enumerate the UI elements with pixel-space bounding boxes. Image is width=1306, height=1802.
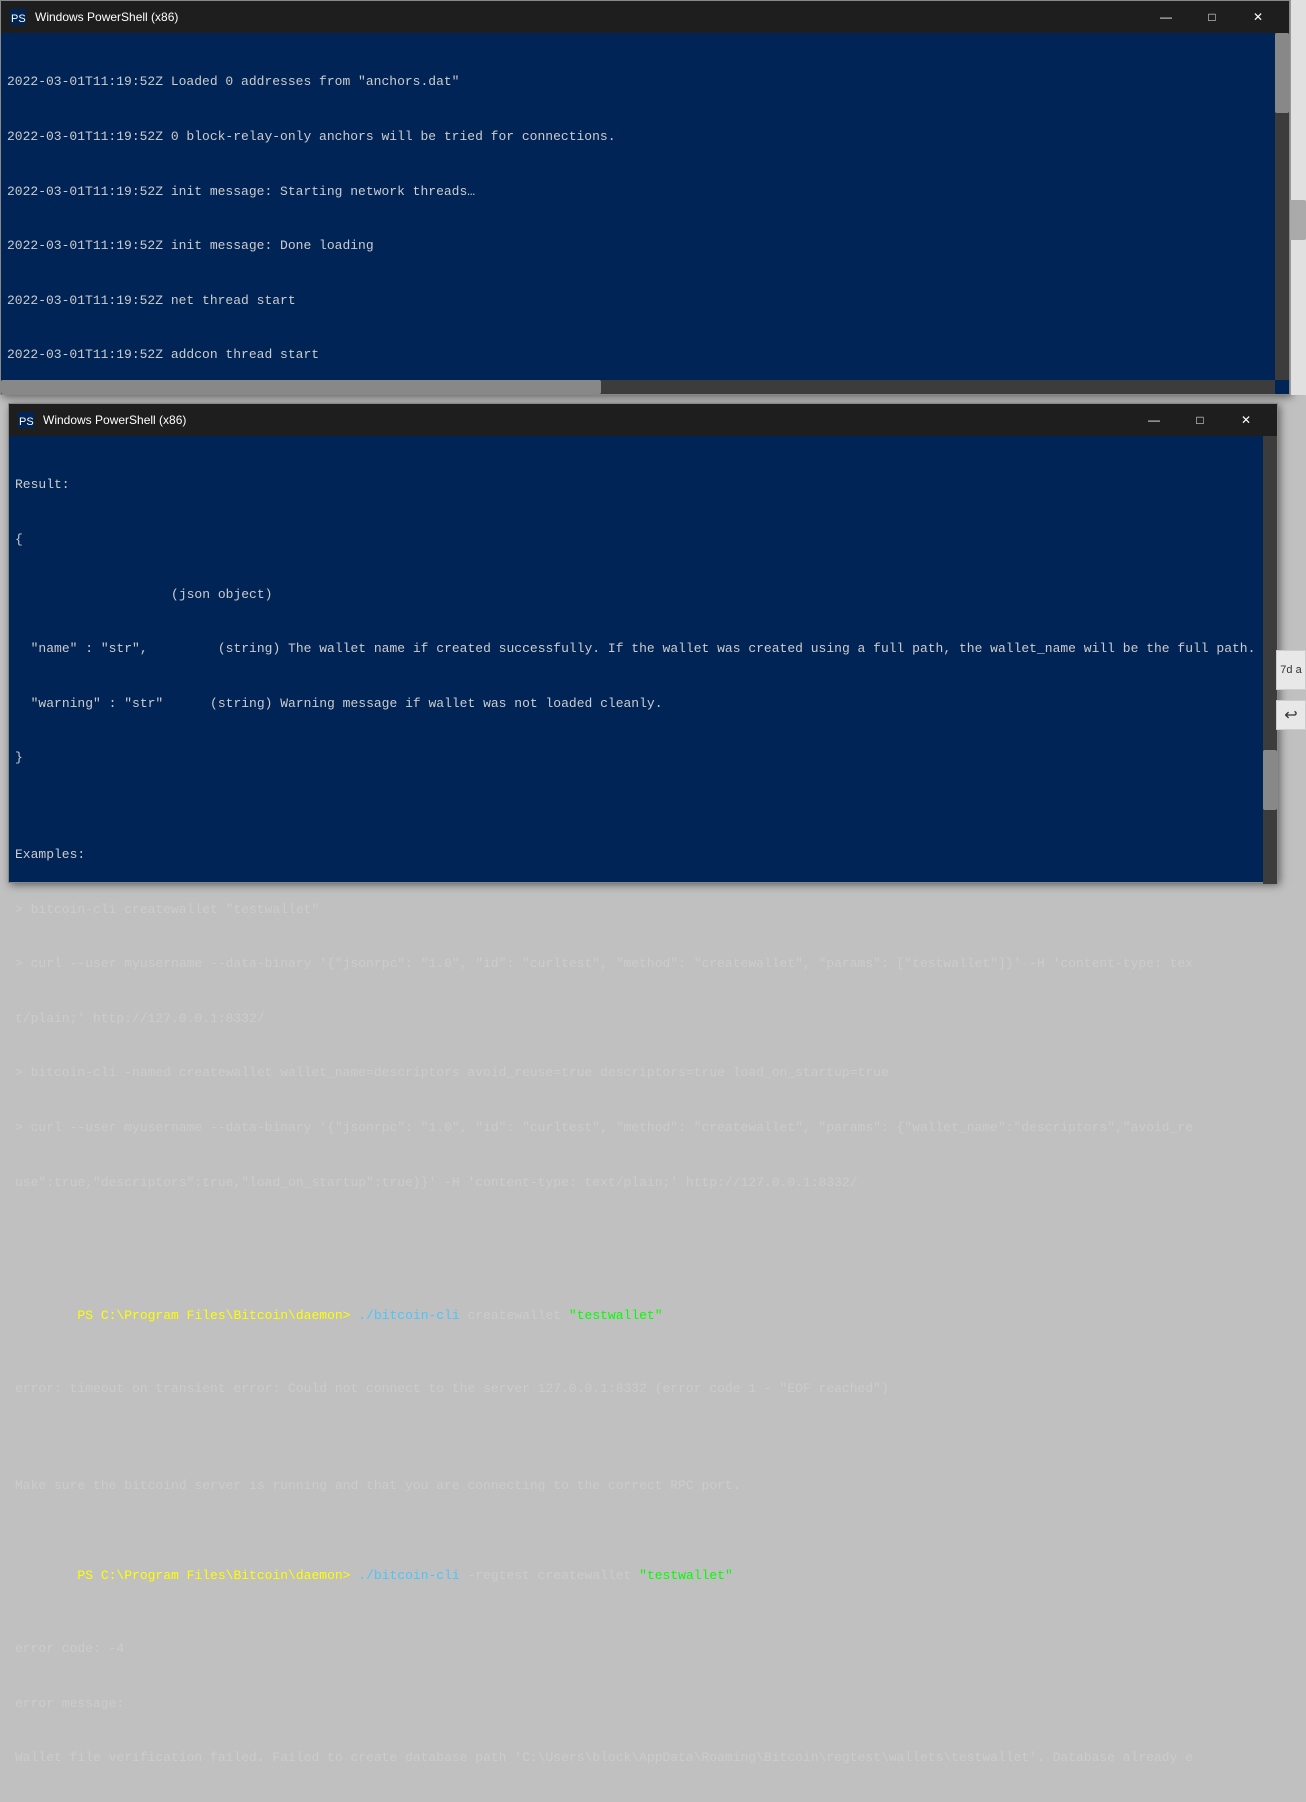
scrollbar-v-thumb-1[interactable] <box>1275 33 1289 113</box>
error-code: error code: -4 <box>15 1640 1259 1658</box>
spacer-1 <box>15 804 1259 810</box>
cmd2-exe: ./bitcoin-cli <box>358 1568 459 1583</box>
window-title-1: Windows PowerShell (x86) <box>35 10 1143 24</box>
log-line-5: 2022-03-01T11:19:52Z net thread start <box>7 292 1283 310</box>
result-name-full: "name" : "str", (string) The wallet name… <box>15 640 1259 658</box>
error-message-line1: Wallet file verification failed. Failed … <box>15 1749 1259 1767</box>
cmd1-exe: ./bitcoin-cli <box>358 1308 459 1323</box>
example-1: > bitcoin-cli createwallet "testwallet" <box>15 901 1259 919</box>
example-4: > curl --user myusername --data-binary '… <box>15 1119 1259 1137</box>
spacer-3 <box>15 1434 1259 1440</box>
minimize-btn-1[interactable]: — <box>1143 1 1189 33</box>
console-output-1: 2022-03-01T11:19:52Z Loaded 0 addresses … <box>1 33 1289 382</box>
window-controls-2[interactable]: — □ ✕ <box>1131 404 1269 436</box>
right-scrollbar-thumb[interactable] <box>1290 200 1306 240</box>
window-title-2: Windows PowerShell (x86) <box>43 413 1131 427</box>
scrollbar-v-2[interactable] <box>1263 436 1277 884</box>
log-line-6: 2022-03-01T11:19:52Z addcon thread start <box>7 346 1283 364</box>
right-panel-top <box>1290 0 1306 395</box>
result-warning-line: "warning" : "str" (string) Warning messa… <box>15 695 1259 713</box>
examples-label: Examples: <box>15 846 1259 864</box>
cmd2-arg: "testwallet" <box>639 1568 733 1583</box>
result-label: Result: <box>15 476 1259 494</box>
cmd2-line: PS C:\Program Files\Bitcoin\daemon> ./bi… <box>15 1549 1259 1604</box>
powershell-window-1[interactable]: PS Windows PowerShell (x86) — □ ✕ 2022-0… <box>0 0 1290 395</box>
cmd2-flag: -regtest <box>460 1568 530 1583</box>
close-btn-1[interactable]: ✕ <box>1235 1 1281 33</box>
result-name-line: (json object) <box>15 586 1259 604</box>
window-controls-1[interactable]: — □ ✕ <box>1143 1 1281 33</box>
log-line-3: 2022-03-01T11:19:52Z init message: Start… <box>7 183 1283 201</box>
title-bar-2[interactable]: PS Windows PowerShell (x86) — □ ✕ <box>9 404 1277 436</box>
log-line-1: 2022-03-01T11:19:52Z Loaded 0 addresses … <box>7 73 1283 91</box>
example-2b: t/plain;' http://127.0.0.1:8332/ <box>15 1010 1259 1028</box>
cmd1-cmd: createwallet <box>460 1308 569 1323</box>
title-bar-1[interactable]: PS Windows PowerShell (x86) — □ ✕ <box>1 1 1289 33</box>
console-output-2: Result: { (json object) "name" : "str", … <box>9 436 1277 1802</box>
minimize-btn-2[interactable]: — <box>1131 404 1177 436</box>
cmd1-arg: "testwallet" <box>569 1308 663 1323</box>
svg-text:PS: PS <box>19 416 34 428</box>
log-line-4: 2022-03-01T11:19:52Z init message: Done … <box>7 237 1283 255</box>
cmd1-line: PS C:\Program Files\Bitcoin\daemon> ./bi… <box>15 1289 1259 1344</box>
powershell-window-2[interactable]: PS Windows PowerShell (x86) — □ ✕ Result… <box>8 403 1278 883</box>
result-brace-close: } <box>15 749 1259 767</box>
maximize-btn-2[interactable]: □ <box>1177 404 1223 436</box>
powershell-icon-2: PS <box>17 411 35 429</box>
scrollbar-v-1[interactable] <box>1275 33 1289 380</box>
window-2-body: Result: { (json object) "name" : "str", … <box>9 436 1277 884</box>
cmd2-path: PS C:\Program Files\Bitcoin\daemon> <box>77 1568 358 1583</box>
cmd1-error: error: timeout on transient error: Could… <box>15 1380 1259 1398</box>
undo-button[interactable]: ↩ <box>1276 700 1306 730</box>
cmd1-note: Make sure the bitcoind server is running… <box>15 1477 1259 1495</box>
powershell-icon-1: PS <box>9 8 27 26</box>
error-message-label: error message: <box>15 1695 1259 1713</box>
scrollbar-h-1[interactable] <box>1 380 1275 394</box>
example-3: > bitcoin-cli -named createwallet wallet… <box>15 1064 1259 1082</box>
scrollbar-v-thumb-2[interactable] <box>1263 750 1277 810</box>
side-label[interactable]: 7d a <box>1276 650 1306 690</box>
result-brace-open: { <box>15 531 1259 549</box>
scrollbar-h-thumb-1[interactable] <box>1 380 601 394</box>
svg-text:PS: PS <box>11 13 26 25</box>
maximize-btn-1[interactable]: □ <box>1189 1 1235 33</box>
close-btn-2[interactable]: ✕ <box>1223 404 1269 436</box>
example-2: > curl --user myusername --data-binary '… <box>15 955 1259 973</box>
example-4b: use":true,"descriptors":true,"load_on_st… <box>15 1174 1259 1192</box>
cmd1-path: PS C:\Program Files\Bitcoin\daemon> <box>77 1308 358 1323</box>
spacer-2 <box>15 1228 1259 1234</box>
log-line-2: 2022-03-01T11:19:52Z 0 block-relay-only … <box>7 128 1283 146</box>
cmd2-cmd: createwallet <box>530 1568 639 1583</box>
